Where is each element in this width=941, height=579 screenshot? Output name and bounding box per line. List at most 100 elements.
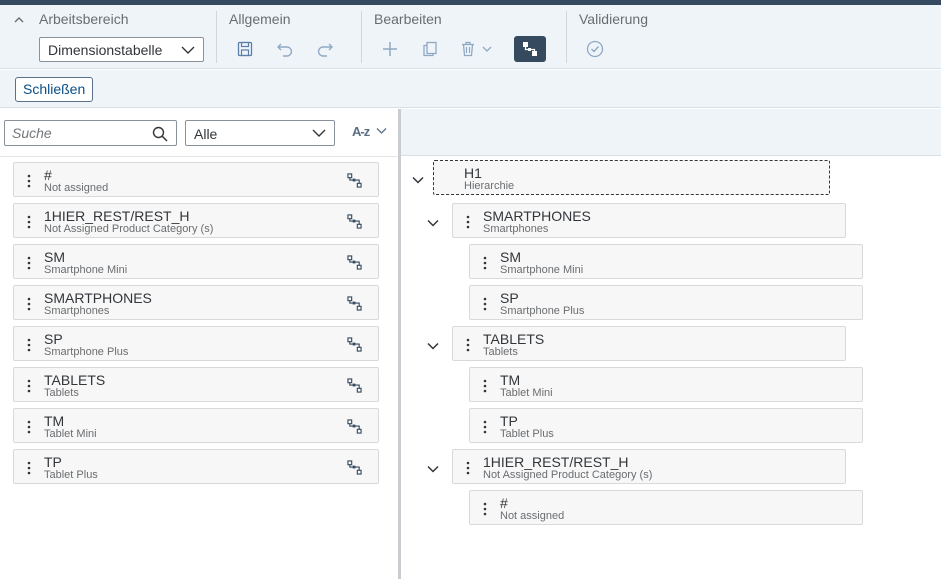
tree-expander[interactable] <box>411 173 425 187</box>
check-circle-icon <box>586 40 604 58</box>
hierarchy-icon[interactable] <box>347 296 362 311</box>
workspace-group-title: Arbeitsbereich <box>39 11 129 27</box>
tree-root-node[interactable]: H1 Hierarchie <box>433 160 830 195</box>
node-description: Tablet Mini <box>500 387 553 399</box>
member-card[interactable]: SM Smartphone Mini <box>13 244 379 279</box>
action-bar: Schließen <box>0 70 941 108</box>
drag-handle-icon[interactable] <box>23 460 35 476</box>
node-id: H1 <box>464 165 482 181</box>
member-card[interactable]: TABLETS Tablets <box>13 367 379 402</box>
undo-button[interactable] <box>271 35 299 63</box>
member-card[interactable]: SMARTPHONES Smartphones <box>13 285 379 320</box>
edit-group: Bearbeiten <box>362 5 566 69</box>
drag-handle-icon[interactable] <box>23 296 35 312</box>
tree-node[interactable]: SMARTPHONES Smartphones <box>452 203 846 238</box>
validate-button[interactable] <box>581 35 609 63</box>
workspace-select-value: Dimensionstabelle <box>48 42 163 58</box>
sort-button[interactable]: A-z <box>348 122 390 144</box>
drag-handle-icon[interactable] <box>23 255 35 271</box>
hierarchy-tree-panel: H1 Hierarchie SMARTPHONES Smartphones SM Smar… <box>401 157 941 579</box>
validation-group: Validierung <box>567 5 687 69</box>
chevron-down-icon <box>312 129 326 137</box>
tree-node[interactable]: SM Smartphone Mini <box>469 244 863 279</box>
drag-handle-icon[interactable] <box>23 214 35 230</box>
node-id: # <box>500 495 508 511</box>
drag-handle-icon[interactable] <box>23 173 35 189</box>
tree-node[interactable]: SP Smartphone Plus <box>469 285 863 320</box>
hierarchy-icon[interactable] <box>347 378 362 393</box>
tree-expander[interactable] <box>426 462 440 476</box>
save-button[interactable] <box>231 35 259 63</box>
drag-handle-icon[interactable] <box>462 337 474 353</box>
edit-group-title: Bearbeiten <box>374 11 442 27</box>
redo-button[interactable] <box>311 35 339 63</box>
search-field[interactable] <box>4 120 177 146</box>
member-id: 1HIER_REST/REST_H <box>44 208 190 224</box>
copy-button[interactable] <box>416 35 444 63</box>
node-description: Smartphone Mini <box>500 264 584 276</box>
member-id: # <box>44 167 52 183</box>
chevron-down-icon <box>376 128 387 134</box>
member-description: Tablets <box>44 387 79 399</box>
delete-menu-button[interactable] <box>456 35 496 63</box>
node-id: TABLETS <box>483 331 545 347</box>
hierarchy-icon[interactable] <box>347 460 362 475</box>
member-card[interactable]: # Not assigned <box>13 162 379 197</box>
drag-handle-icon[interactable] <box>462 214 474 230</box>
node-id: TP <box>500 413 518 429</box>
tree-node[interactable]: TM Tablet Mini <box>469 367 863 402</box>
drag-handle-icon[interactable] <box>479 296 491 312</box>
general-group: Allgemein <box>217 5 361 69</box>
member-id: TM <box>44 413 65 429</box>
hierarchy-icon[interactable] <box>347 173 362 188</box>
tree-node[interactable]: TABLETS Tablets <box>452 326 846 361</box>
drag-handle-icon[interactable] <box>479 378 491 394</box>
member-card[interactable]: TM Tablet Mini <box>13 408 379 443</box>
ribbon-toolbar: Arbeitsbereich Dimensionstabelle Allgeme… <box>0 5 941 69</box>
member-description: Tablet Mini <box>44 428 97 440</box>
node-id: 1HIER_REST/REST_H <box>483 454 629 470</box>
drag-handle-icon[interactable] <box>479 501 491 517</box>
member-filter-select[interactable]: Alle <box>185 120 335 146</box>
hierarchy-icon[interactable] <box>347 214 362 229</box>
drag-handle-icon[interactable] <box>23 419 35 435</box>
drag-handle-icon[interactable] <box>479 255 491 271</box>
node-description: Hierarchie <box>464 180 515 192</box>
node-description: Smartphone Plus <box>500 305 585 317</box>
add-button[interactable] <box>376 35 404 63</box>
member-card[interactable]: TP Tablet Plus <box>13 449 379 484</box>
search-icon[interactable] <box>152 126 168 142</box>
hierarchy-view-toggle[interactable] <box>514 36 546 62</box>
close-button[interactable]: Schließen <box>15 77 94 102</box>
drag-handle-icon[interactable] <box>23 378 35 394</box>
workspace-select[interactable]: Dimensionstabelle <box>39 37 204 62</box>
hierarchy-icon[interactable] <box>347 337 362 352</box>
member-card[interactable]: 1HIER_REST/REST_H Not Assigned Product Ca… <box>13 203 379 238</box>
member-description: Not assigned <box>44 182 109 194</box>
member-id: TABLETS <box>44 372 106 388</box>
member-id: SP <box>44 331 63 347</box>
tree-expander[interactable] <box>426 339 440 353</box>
chevron-down-icon <box>427 465 439 473</box>
tree-node[interactable]: TP Tablet Plus <box>469 408 863 443</box>
tree-expander[interactable] <box>426 216 440 230</box>
hierarchy-icon[interactable] <box>347 255 362 270</box>
delete-icon <box>462 41 474 57</box>
copy-icon <box>423 41 437 57</box>
drag-handle-icon[interactable] <box>462 460 474 476</box>
tree-node[interactable]: # Not assigned <box>469 490 863 525</box>
member-card[interactable]: SP Smartphone Plus <box>13 326 379 361</box>
drag-handle-icon[interactable] <box>479 419 491 435</box>
node-id: TM <box>500 372 521 388</box>
sort-az-icon: A-z <box>352 124 370 139</box>
member-description: Smartphones <box>44 305 110 317</box>
general-group-title: Allgemein <box>229 11 291 27</box>
member-filter-value: Alle <box>194 126 218 142</box>
search-input[interactable] <box>12 125 152 141</box>
member-description: Not Assigned Product Category (s) <box>44 223 214 235</box>
undo-icon <box>277 43 293 57</box>
hierarchy-icon[interactable] <box>347 419 362 434</box>
node-description: Not Assigned Product Category (s) <box>483 469 653 481</box>
drag-handle-icon[interactable] <box>23 337 35 353</box>
tree-node[interactable]: 1HIER_REST/REST_H Not Assigned Product Ca… <box>452 449 846 484</box>
